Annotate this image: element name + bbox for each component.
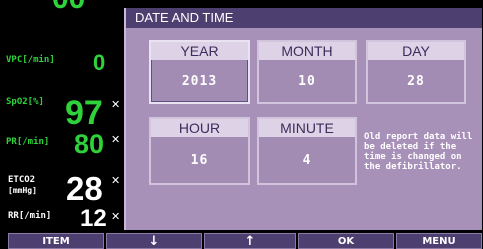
menu-softkey[interactable]: MENU (396, 233, 482, 249)
minute-field[interactable]: MINUTE 4 (257, 117, 357, 185)
rr-label: RR[/min] (8, 211, 52, 221)
etco2-unit: [mmHg] (8, 186, 37, 195)
hour-field[interactable]: HOUR 16 (149, 117, 250, 185)
pr-label: PR[/min] (6, 137, 50, 147)
top-partial-value: 00 (52, 0, 85, 14)
month-field[interactable]: MONTH 10 (257, 40, 357, 104)
ok-softkey[interactable]: OK (298, 233, 394, 249)
spo2-label: SpO2[%] (6, 97, 44, 107)
day-field[interactable]: DAY 28 (366, 40, 466, 104)
year-value: 2013 (181, 74, 218, 89)
hour-value: 16 (190, 153, 209, 168)
month-value: 10 (298, 74, 316, 89)
dialog-title: DATE AND TIME (126, 8, 482, 28)
date-time-dialog: DATE AND TIME YEAR 2013 MONTH 10 DAY 28 … (124, 8, 482, 230)
note-line: be deleted if the (364, 142, 457, 152)
year-label: YEAR (151, 42, 248, 60)
softkey-bar: ITEM ↓ ↑ OK MENU (0, 233, 483, 249)
rr-value: 12 (80, 205, 107, 232)
minute-label: MINUTE (259, 119, 355, 137)
note-line: time is changed on (364, 152, 462, 162)
pr-alarm-off-icon: ✕ (111, 133, 121, 146)
rr-alarm-off-icon: ✕ (111, 210, 121, 223)
vpc-label: VPC[/min] (6, 55, 55, 65)
vpc-value: 0 (93, 50, 106, 75)
warning-note: Old report data will be deleted if the t… (364, 132, 480, 172)
day-label: DAY (368, 42, 464, 60)
spo2-value: 97 (65, 94, 103, 132)
pr-value: 80 (74, 129, 105, 159)
up-arrow-softkey[interactable]: ↑ (204, 233, 296, 249)
down-arrow-softkey[interactable]: ↓ (106, 233, 202, 249)
month-label: MONTH (259, 42, 355, 60)
note-line: Old report data will (364, 132, 473, 142)
item-softkey[interactable]: ITEM (8, 233, 104, 249)
year-field[interactable]: YEAR 2013 (149, 40, 250, 104)
etco2-label: ETCO2 (8, 175, 36, 185)
note-line: the defibrillator. (364, 162, 462, 172)
etco2-alarm-off-icon: ✕ (111, 174, 121, 187)
spo2-alarm-off-icon: ✕ (111, 98, 121, 111)
day-value: 28 (407, 74, 425, 89)
minute-value: 4 (302, 153, 312, 168)
etco2-value: 28 (66, 170, 103, 207)
hour-label: HOUR (151, 119, 248, 137)
